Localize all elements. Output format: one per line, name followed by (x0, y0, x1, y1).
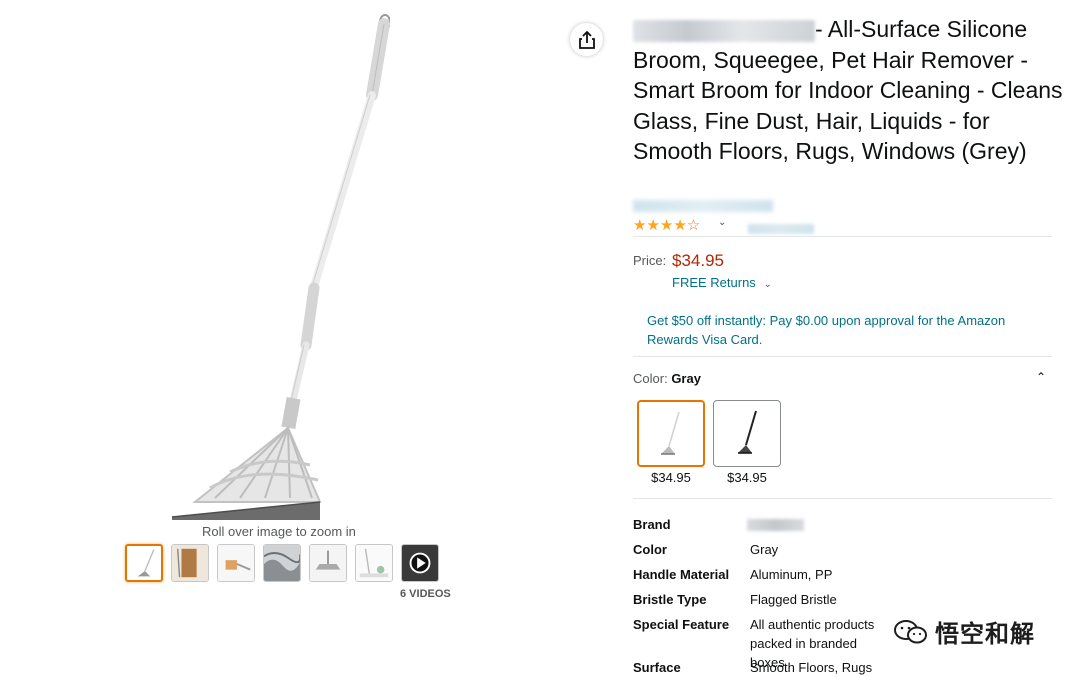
store-link-redacted[interactable] (633, 200, 773, 212)
color-label-text: Color: (633, 371, 668, 386)
star-empty-icon: ☆ (686, 217, 701, 234)
thumbnail-6[interactable] (355, 544, 393, 582)
rating-count-redacted[interactable] (748, 224, 814, 234)
spec-key-bristle: Bristle Type (633, 592, 707, 607)
chevron-down-icon[interactable]: ⌄ (718, 217, 726, 228)
spec-key-handle: Handle Material (633, 567, 730, 582)
thumbnail-3[interactable] (217, 544, 255, 582)
chevron-down-icon: ⌄ (763, 279, 772, 290)
spec-key-brand: Brand (633, 517, 671, 532)
thumbnail-5[interactable] (309, 544, 347, 582)
divider (633, 236, 1052, 237)
swatch-gray[interactable] (637, 400, 705, 467)
swatch-black[interactable] (713, 400, 781, 467)
spec-val-handle: Aluminum, PP (750, 567, 833, 582)
watermark: 悟空和解 (893, 614, 1035, 649)
thumbnail-1[interactable] (125, 544, 163, 582)
product-title: - All-Surface Silicone Broom, Squeegee, … (633, 14, 1063, 167)
spec-val-surface: Smooth Floors, Rugs (750, 660, 873, 675)
chevron-up-icon[interactable]: ⌃ (1036, 370, 1046, 384)
swatch-price: $34.95 (727, 470, 767, 485)
wechat-icon (894, 619, 927, 643)
zoom-hint: Roll over image to zoom in (202, 524, 356, 539)
title-fade (628, 170, 788, 204)
color-label: Color: Gray (633, 371, 701, 386)
share-button[interactable] (570, 23, 603, 56)
price-value: $34.95 (672, 251, 724, 270)
spec-val-color: Gray (750, 542, 779, 557)
brand-value-redacted (747, 519, 804, 531)
thumbnail-4[interactable] (263, 544, 301, 582)
divider (633, 356, 1052, 357)
share-icon (578, 30, 595, 49)
thumbnail-2[interactable] (171, 544, 209, 582)
divider (633, 498, 1052, 499)
spec-val-bristle: Flagged Bristle (750, 592, 837, 607)
star-full-icon: ★★★★ (633, 217, 687, 234)
swatch-price: $34.95 (651, 470, 691, 485)
brand-name-redacted (633, 19, 815, 42)
rating-stars[interactable]: ★★★★☆ (633, 216, 700, 234)
price-label: Price: (633, 253, 667, 268)
main-product-image[interactable] (150, 10, 391, 525)
spec-key-surface: Surface (633, 660, 681, 675)
video-thumbnail[interactable] (401, 544, 439, 582)
card-offer-link[interactable]: Get $50 off instantly: Pay $0.00 upon ap… (647, 311, 1047, 349)
spec-key-feature: Special Feature (633, 617, 730, 632)
free-returns-link[interactable]: FREE Returns ⌄ (672, 275, 772, 290)
watermark-text: 悟空和解 (935, 621, 1035, 648)
spec-key-color: Color (633, 542, 667, 557)
selected-color: Gray (671, 371, 701, 386)
videos-count-label[interactable]: 6 VIDEOS (400, 588, 451, 600)
free-returns-text: FREE Returns (672, 275, 756, 290)
